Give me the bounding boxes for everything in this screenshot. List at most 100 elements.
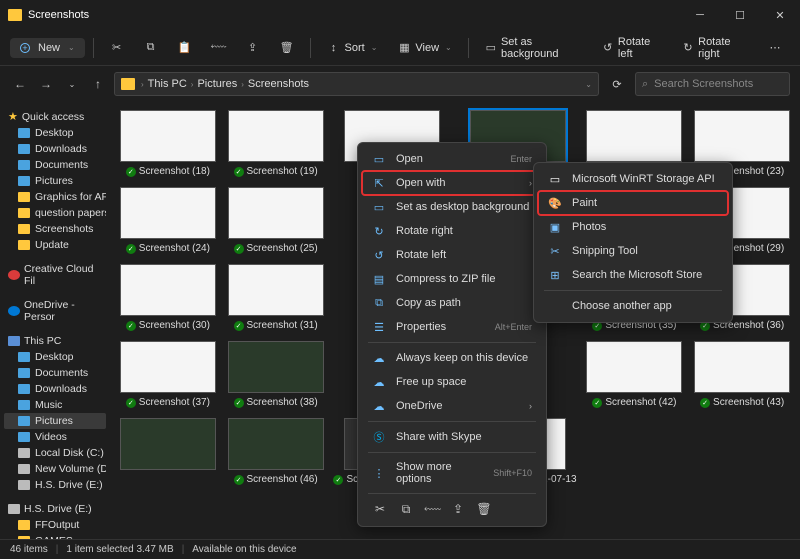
sidebar-item-pc-videos[interactable]: Videos (4, 429, 106, 445)
openwith-photos[interactable]: ▣Photos (538, 215, 728, 239)
file-thumb[interactable]: ✓Screenshot (42) (585, 341, 685, 408)
ctx-onedrive[interactable]: ☁OneDrive› (362, 394, 542, 418)
view-icon: ▦ (397, 41, 411, 55)
sidebar-item-documents[interactable]: Documents (4, 157, 106, 173)
sidebar-creative-cloud[interactable]: Creative Cloud Fil (4, 261, 106, 289)
file-thumb[interactable]: ✓Screenshot (30) (118, 264, 218, 331)
more-button[interactable]: ⋯ (760, 37, 790, 59)
ctx-properties[interactable]: ☰PropertiesAlt+Enter (362, 315, 542, 339)
openwith-paint[interactable]: 🎨Paint (538, 191, 728, 215)
delete-button[interactable]: 🗑 (272, 37, 302, 59)
file-thumb[interactable]: ✓Screenshot (25) (226, 187, 326, 254)
sidebar-item-downloads[interactable]: Downloads (4, 141, 106, 157)
minimize-button[interactable]: ─ (680, 0, 720, 30)
view-button[interactable]: ▦View⌄ (389, 37, 459, 59)
ctx-open-with[interactable]: ⇱Open with› (362, 171, 542, 195)
status-item-count: 46 items (10, 544, 48, 555)
pictures-icon (18, 176, 30, 186)
sidebar-item-pc-music[interactable]: Music (4, 397, 106, 413)
sort-icon: ↕ (327, 41, 341, 55)
file-thumb[interactable]: ✓Screenshot (19) (226, 110, 326, 177)
file-thumb[interactable]: ✓Screenshot (43) (692, 341, 792, 408)
rename-button[interactable]: ⬳ (204, 37, 234, 59)
sidebar-item-screenshots[interactable]: Screenshots (4, 221, 106, 237)
sidebar-item-graphics[interactable]: Graphics for AF (4, 189, 106, 205)
sidebar-item-pc-downloads[interactable]: Downloads (4, 381, 106, 397)
copy-icon[interactable]: ⧉ (398, 502, 414, 517)
ctx-rotate-left[interactable]: ↺Rotate left (362, 243, 542, 267)
sidebar-item-ffoutput[interactable]: FFOutput (4, 517, 106, 533)
ctx-compress-zip[interactable]: ▤Compress to ZIP file (362, 267, 542, 291)
sidebar-quick-access[interactable]: ★Quick access (4, 108, 106, 125)
ctx-always-keep[interactable]: ☁Always keep on this device (362, 346, 542, 370)
sidebar-item-games[interactable]: GAMES (4, 533, 106, 539)
zip-icon: ▤ (372, 272, 386, 286)
sidebar-item-desktop[interactable]: Desktop (4, 125, 106, 141)
file-thumb[interactable]: ✓Screenshot (18) (118, 110, 218, 177)
search-input[interactable]: ⌕ Search Screenshots (635, 72, 790, 96)
rotate-right-button[interactable]: ↻Rotate right (674, 32, 756, 64)
breadcrumb-thispc[interactable]: This PC (148, 78, 187, 90)
sidebar-onedrive[interactable]: OneDrive - Persor (4, 297, 106, 325)
sidebar-item-question[interactable]: question papers (4, 205, 106, 221)
ctx-free-up[interactable]: ☁Free up space (362, 370, 542, 394)
file-thumb[interactable]: ✓Screenshot (38) (226, 341, 326, 408)
ctx-set-desktop-bg[interactable]: ▭Set as desktop background (362, 195, 542, 219)
sidebar-item-pc-desktop[interactable]: Desktop (4, 349, 106, 365)
openwith-snipping[interactable]: ✂Snipping Tool (538, 239, 728, 263)
sidebar-this-pc[interactable]: This PC (4, 333, 106, 349)
close-button[interactable]: ✕ (760, 0, 800, 30)
file-thumb[interactable]: ✓Screenshot (37) (118, 341, 218, 408)
sort-button[interactable]: ↕Sort⌄ (319, 37, 386, 59)
sidebar-item-hs-drive-e[interactable]: H.S. Drive (E:) (4, 477, 106, 493)
new-label: New (38, 42, 60, 54)
new-button[interactable]: +New⌄ (10, 38, 85, 58)
maximize-button[interactable]: ☐ (720, 0, 760, 30)
disk-icon (18, 464, 30, 474)
sidebar-item-local-disk-c[interactable]: Local Disk (C:) (4, 445, 106, 461)
breadcrumb-pictures[interactable]: Pictures (197, 78, 237, 90)
set-background-button[interactable]: ▭Set as background (477, 32, 590, 64)
file-thumb[interactable]: ✓Screenshot (24) (118, 187, 218, 254)
ctx-share-skype[interactable]: ⓈShare with Skype (362, 425, 542, 449)
paste-button[interactable]: 📋 (170, 37, 200, 59)
status-availability: Available on this device (192, 544, 296, 555)
sidebar-hs-drive[interactable]: H.S. Drive (E:) (4, 501, 106, 517)
trash-icon[interactable]: 🗑 (476, 502, 492, 517)
openwith-choose[interactable]: Choose another app (538, 294, 728, 318)
sidebar-item-new-volume-d[interactable]: New Volume (D (4, 461, 106, 477)
sidebar-item-pictures[interactable]: Pictures (4, 173, 106, 189)
ctx-open[interactable]: ▭OpenEnter (362, 147, 542, 171)
file-thumb[interactable]: ✓Screenshot (46) (226, 418, 326, 496)
share-button[interactable]: ⇪ (238, 37, 268, 59)
forward-button[interactable]: → (36, 74, 56, 94)
file-thumb[interactable]: . (118, 418, 218, 496)
up-button[interactable]: ↑ (88, 74, 108, 94)
ctx-rotate-right[interactable]: ↻Rotate right (362, 219, 542, 243)
rename-icon[interactable]: ⬳ (424, 502, 440, 517)
folder-icon (18, 208, 30, 218)
copy-path-icon: ⧉ (372, 296, 386, 310)
sidebar-item-update[interactable]: Update (4, 237, 106, 253)
more-icon: ⋮ (372, 466, 386, 480)
breadcrumb[interactable]: › This PC › Pictures › Screenshots ⌄ (114, 72, 599, 96)
cut-icon[interactable]: ✂ (372, 502, 388, 517)
file-thumb[interactable]: ✓Screenshot (31) (226, 264, 326, 331)
share-icon[interactable]: ⇪ (450, 502, 466, 517)
openwith-store[interactable]: ⊞Search the Microsoft Store (538, 263, 728, 287)
sidebar-item-pc-documents[interactable]: Documents (4, 365, 106, 381)
copy-button[interactable]: ⧉ (136, 37, 166, 59)
back-button[interactable]: ← (10, 74, 30, 94)
cut-button[interactable]: ✂ (102, 37, 132, 59)
chevron-right-icon: › (529, 178, 532, 188)
rotate-right-icon: ↻ (682, 41, 694, 55)
openwith-winrt[interactable]: ▭Microsoft WinRT Storage API (538, 167, 728, 191)
refresh-button[interactable]: ⟳ (605, 72, 629, 96)
recent-button[interactable]: ⌄ (62, 74, 82, 94)
ctx-copy-path[interactable]: ⧉Copy as path (362, 291, 542, 315)
ctx-show-more[interactable]: ⋮Show more optionsShift+F10 (362, 456, 542, 490)
sidebar-item-pc-pictures[interactable]: Pictures (4, 413, 106, 429)
breadcrumb-screenshots[interactable]: Screenshots (248, 78, 309, 90)
breadcrumb-chevron-icon[interactable]: ⌄ (585, 80, 592, 89)
rotate-left-button[interactable]: ↺Rotate left (594, 32, 670, 64)
